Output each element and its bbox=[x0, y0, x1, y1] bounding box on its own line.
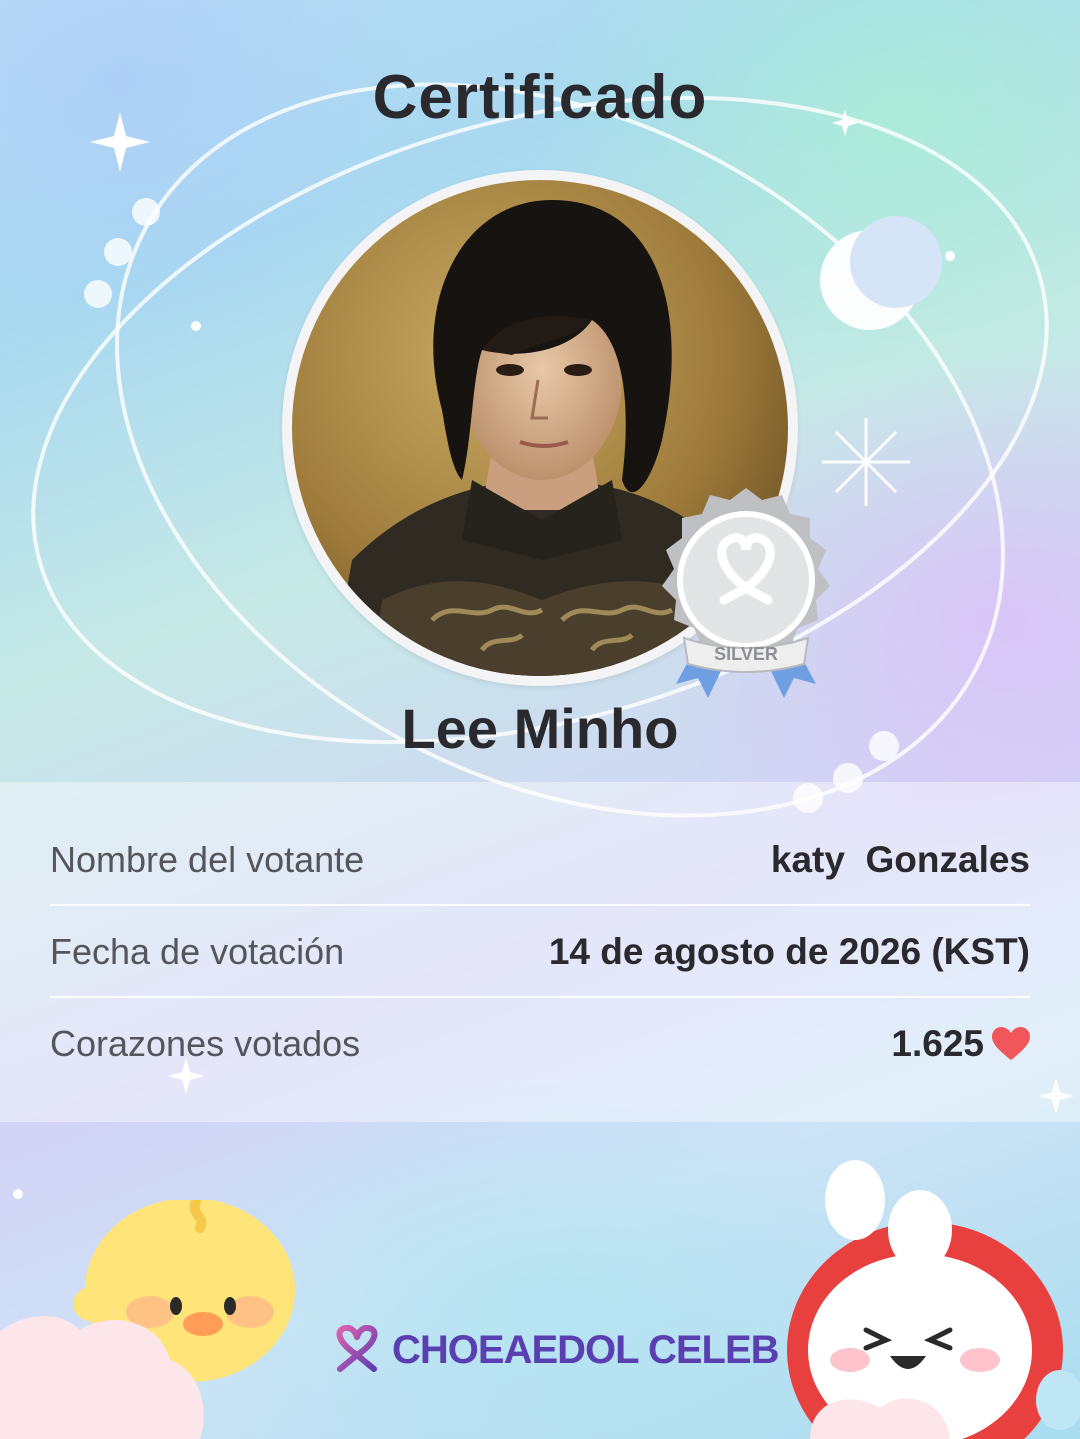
star-dot bbox=[191, 321, 201, 331]
detail-row-hearts: Corazones votados 1.625 bbox=[50, 998, 1030, 1090]
detail-value: 14 de agosto de 2026 (KST) bbox=[548, 931, 1030, 972]
certificate-title: Certificado bbox=[372, 63, 708, 132]
badge-label: SILVER bbox=[714, 644, 778, 664]
brand-name: CHOEAEDOL CELEB bbox=[392, 1327, 780, 1372]
detail-value: 1.625 bbox=[891, 1023, 984, 1064]
silver-badge-icon: SILVER bbox=[662, 488, 830, 698]
choeaedol-logo-icon bbox=[336, 1325, 378, 1372]
star-dot bbox=[945, 251, 955, 261]
brand-logo: CHOEAEDOL CELEB bbox=[330, 1322, 780, 1378]
chick-character bbox=[0, 1200, 295, 1439]
detail-row-voter: Nombre del votante katy Gonzales bbox=[50, 814, 1030, 906]
crescent-moon-icon bbox=[820, 216, 942, 330]
celebrity-name: Lee Minho bbox=[401, 697, 679, 760]
detail-value: katy Gonzales bbox=[770, 839, 1030, 880]
bunny-character bbox=[787, 1160, 1080, 1439]
detail-row-date: Fecha de votación 14 de agosto de 2026 (… bbox=[50, 906, 1030, 998]
star-dot bbox=[13, 1189, 23, 1199]
detail-label: Corazones votados bbox=[50, 1023, 361, 1064]
detail-label: Nombre del votante bbox=[50, 839, 365, 880]
detail-label: Fecha de votación bbox=[50, 931, 345, 972]
orbit-dot bbox=[84, 280, 112, 308]
orbit-dot bbox=[132, 198, 160, 226]
heart-icon bbox=[992, 1027, 1030, 1060]
orbit-dot bbox=[104, 238, 132, 266]
hearts-value: 1.625 bbox=[891, 1023, 1030, 1065]
